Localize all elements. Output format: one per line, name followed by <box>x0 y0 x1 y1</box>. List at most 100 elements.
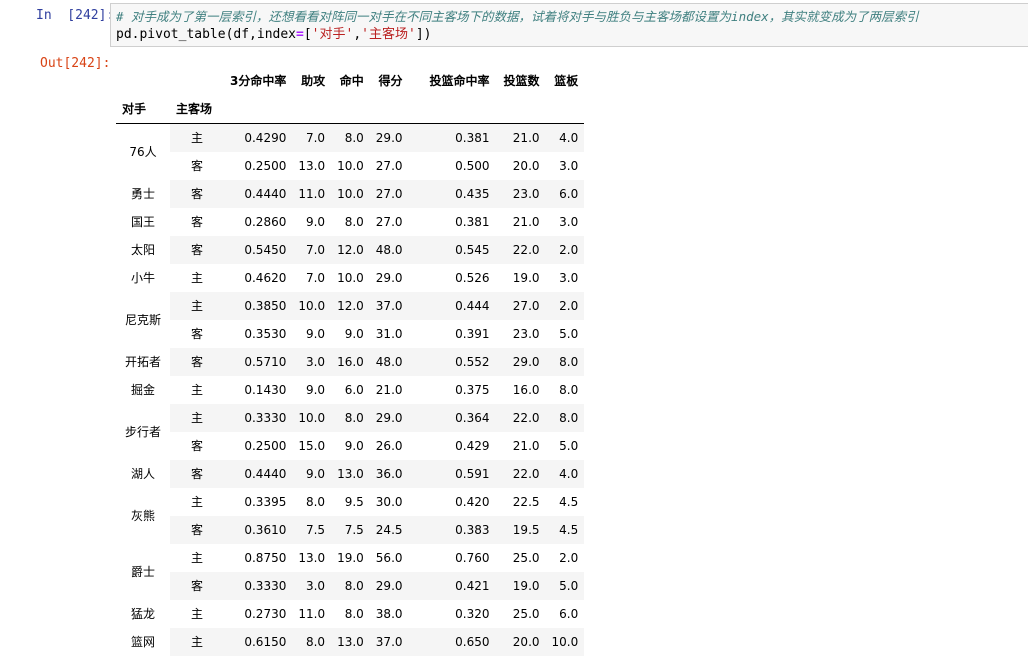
row-index-team: 76人 <box>116 124 170 181</box>
table-cell: 5.0 <box>546 572 585 600</box>
table-cell: 10.0 <box>292 292 331 320</box>
table-cell: 3.0 <box>292 348 331 376</box>
table-cell: 21.0 <box>496 432 546 460</box>
code-statement: pd.pivot_table(df,index=['对手','主客场']) <box>116 26 431 44</box>
table-cell: 8.0 <box>331 404 370 432</box>
index-name-row: 对手 主客场 <box>116 95 584 124</box>
table-row: 灰熊主0.33958.09.530.00.42022.54.5 <box>116 488 584 516</box>
column-header: 命中 <box>331 67 370 95</box>
table-cell: 0.1430 <box>224 376 292 404</box>
table-cell: 0.6150 <box>224 628 292 656</box>
table-cell: 16.0 <box>331 348 370 376</box>
code-editor[interactable]: # 对手成为了第一层索引，还想看看对阵同一对手在不同主客场下的数据，试着将对手与… <box>110 3 1028 47</box>
table-cell: 10.0 <box>331 264 370 292</box>
table-cell: 19.0 <box>331 544 370 572</box>
table-row: 太阳客0.54507.012.048.00.54522.02.0 <box>116 236 584 264</box>
row-index-home: 主 <box>170 600 224 628</box>
table-row: 客0.250013.010.027.00.50020.03.0 <box>116 152 584 180</box>
table-cell: 9.0 <box>292 376 331 404</box>
table-cell: 0.391 <box>409 320 496 348</box>
table-cell: 8.0 <box>546 348 585 376</box>
table-row: 客0.36107.57.524.50.38319.54.5 <box>116 516 584 544</box>
table-cell: 7.0 <box>292 236 331 264</box>
table-cell: 0.4290 <box>224 124 292 153</box>
column-header-row: 3分命中率 助攻 命中 得分 投篮命中率 投篮数 篮板 <box>116 67 584 95</box>
table-cell: 0.591 <box>409 460 496 488</box>
table-cell: 8.0 <box>546 376 585 404</box>
table-cell: 8.0 <box>292 488 331 516</box>
table-cell: 0.2860 <box>224 208 292 236</box>
table-cell: 7.5 <box>331 516 370 544</box>
table-cell: 7.0 <box>292 264 331 292</box>
table-cell: 27.0 <box>370 208 409 236</box>
table-cell: 8.0 <box>546 404 585 432</box>
table-cell: 0.421 <box>409 572 496 600</box>
table-cell: 8.0 <box>331 124 370 153</box>
table-cell: 8.0 <box>331 572 370 600</box>
row-index-team: 小牛 <box>116 264 170 292</box>
row-index-home: 客 <box>170 348 224 376</box>
table-cell: 20.0 <box>496 152 546 180</box>
table-cell: 9.0 <box>331 320 370 348</box>
table-cell: 22.0 <box>496 404 546 432</box>
table-cell: 0.3530 <box>224 320 292 348</box>
table-cell: 0.760 <box>409 544 496 572</box>
input-cell[interactable]: In [242]: # 对手成为了第一层索引，还想看看对阵同一对手在不同主客场下… <box>0 0 1028 52</box>
code-string-home: '主客场' <box>361 27 416 42</box>
table-cell: 0.420 <box>409 488 496 516</box>
table-row: 国王客0.28609.08.027.00.38121.03.0 <box>116 208 584 236</box>
table-row: 掘金主0.14309.06.021.00.37516.08.0 <box>116 376 584 404</box>
table-cell: 0.552 <box>409 348 496 376</box>
table-cell: 36.0 <box>370 460 409 488</box>
table-cell: 3.0 <box>546 208 585 236</box>
table-cell: 0.3330 <box>224 572 292 600</box>
row-index-home: 主 <box>170 124 224 153</box>
table-cell: 13.0 <box>292 152 331 180</box>
table-cell: 27.0 <box>370 180 409 208</box>
column-header: 3分命中率 <box>224 67 292 95</box>
table-cell: 3.0 <box>546 264 585 292</box>
table-cell: 0.3395 <box>224 488 292 516</box>
table-row: 勇士客0.444011.010.027.00.43523.06.0 <box>116 180 584 208</box>
column-header: 助攻 <box>292 67 331 95</box>
table-cell: 0.444 <box>409 292 496 320</box>
table-cell: 21.0 <box>496 208 546 236</box>
table-cell: 10.0 <box>331 152 370 180</box>
output-prompt: Out[242]: <box>40 56 110 71</box>
table-cell: 0.2500 <box>224 432 292 460</box>
column-header: 投篮命中率 <box>409 67 496 95</box>
table-cell: 9.0 <box>292 460 331 488</box>
row-index-team: 勇士 <box>116 180 170 208</box>
table-row: 爵士主0.875013.019.056.00.76025.02.0 <box>116 544 584 572</box>
table-cell: 0.500 <box>409 152 496 180</box>
row-index-team: 国王 <box>116 208 170 236</box>
table-cell: 8.0 <box>292 628 331 656</box>
table-cell: 27.0 <box>370 152 409 180</box>
row-index-team: 猛龙 <box>116 600 170 628</box>
table-cell: 0.4440 <box>224 460 292 488</box>
code-operator: = <box>296 27 304 42</box>
table-cell: 0.545 <box>409 236 496 264</box>
row-index-home: 主 <box>170 376 224 404</box>
table-cell: 0.3330 <box>224 404 292 432</box>
table-row: 小牛主0.46207.010.029.00.52619.03.0 <box>116 264 584 292</box>
table-cell: 0.435 <box>409 180 496 208</box>
header-blank <box>224 95 584 124</box>
table-cell: 29.0 <box>370 572 409 600</box>
table-cell: 0.3610 <box>224 516 292 544</box>
table-body: 76人主0.42907.08.029.00.38121.04.0客0.25001… <box>116 124 584 656</box>
row-index-home: 客 <box>170 572 224 600</box>
table-cell: 24.5 <box>370 516 409 544</box>
table-cell: 9.0 <box>292 320 331 348</box>
table-cell: 48.0 <box>370 236 409 264</box>
table-cell: 21.0 <box>496 124 546 153</box>
table-cell: 0.383 <box>409 516 496 544</box>
table-cell: 7.5 <box>292 516 331 544</box>
table-cell: 11.0 <box>292 180 331 208</box>
table-cell: 9.0 <box>331 432 370 460</box>
table-cell: 19.5 <box>496 516 546 544</box>
table-cell: 22.0 <box>496 460 546 488</box>
table-cell: 2.0 <box>546 236 585 264</box>
table-cell: 19.0 <box>496 572 546 600</box>
row-index-home: 主 <box>170 544 224 572</box>
